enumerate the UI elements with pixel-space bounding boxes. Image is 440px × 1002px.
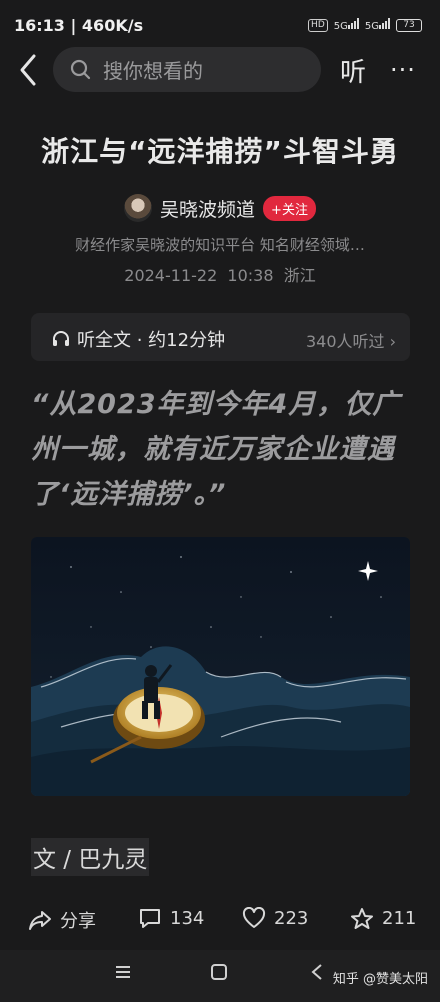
article-title: 浙江与“远洋捕捞”斗智斗勇 <box>41 135 399 168</box>
status-bar: 16:13 | 460K/s HD 5G 5G 73 <box>0 0 440 48</box>
like-button[interactable]: 223 <box>242 907 308 929</box>
action-bar: 分享 134 223 211 <box>0 895 440 950</box>
like-count: 223 <box>274 907 309 929</box>
listener-count: 340人听过 › <box>305 332 396 351</box>
author-row: 吴晓波频道 +关注 <box>0 194 440 222</box>
search-placeholder: 搜你想看的 <box>103 59 203 83</box>
chevron-left-icon <box>20 54 36 86</box>
search-input[interactable]: 搜你想看的 <box>53 47 321 92</box>
headphones-icon <box>53 331 69 346</box>
heart-icon <box>242 907 266 928</box>
pull-quote: “从2023年到今年4月，仅广州一城，就有近万家企业遭遇了‘远洋捕捞’。” <box>31 389 401 510</box>
star-icon <box>351 908 373 929</box>
listen-full-bar[interactable]: 听全文 · 约12分钟 340人听过 › <box>31 313 410 361</box>
publish-date: 2024-11-22 <box>124 266 218 285</box>
chevron-right-icon: › <box>389 332 396 351</box>
battery-icon: 73 <box>396 18 422 32</box>
listen-full-label-wrap: 听全文 · 约12分钟 <box>51 326 225 352</box>
listen-button[interactable]: 听 <box>340 52 366 89</box>
signal-icon-2: 5G <box>365 18 390 32</box>
comment-button[interactable]: 134 <box>138 907 204 929</box>
menu-nav-icon[interactable] <box>114 962 132 986</box>
location: 浙江 <box>283 266 316 285</box>
share-button[interactable]: 分享 <box>28 907 96 933</box>
article-meta: 2024-11-22 10:38 浙江 <box>0 262 440 286</box>
follow-button[interactable]: +关注 <box>263 195 316 221</box>
watermark: 知乎 @赞美太阳 <box>332 972 428 987</box>
status-time: 16:13 | 460K/s <box>14 16 144 35</box>
hd-icon: HD <box>308 18 328 32</box>
author-description: 财经作家吴晓波的知识平台 知名财经领域… <box>75 236 365 254</box>
home-nav-icon[interactable] <box>210 962 228 986</box>
ocean-compass-illustration <box>31 537 410 796</box>
favorite-count: 211 <box>382 907 417 929</box>
back-button[interactable] <box>12 50 46 90</box>
publish-time: 10:38 <box>227 266 274 285</box>
author-name[interactable]: 吴晓波频道 <box>160 195 255 222</box>
listen-full-label: 听全文 · 约12分钟 <box>77 330 226 351</box>
comment-icon <box>140 909 160 928</box>
more-button[interactable]: ··· <box>390 56 416 84</box>
status-icons: HD 5G 5G 73 <box>308 18 422 32</box>
comment-count: 134 <box>170 907 205 929</box>
byline: 文 / 巴九灵 <box>31 838 150 876</box>
share-label: 分享 <box>60 911 96 932</box>
share-icon <box>29 911 51 930</box>
back-nav-icon[interactable] <box>310 962 324 986</box>
avatar[interactable] <box>124 194 153 222</box>
favorite-button[interactable]: 211 <box>350 907 416 929</box>
signal-icon-1: 5G <box>334 18 359 32</box>
article-illustration[interactable] <box>31 537 410 796</box>
search-icon <box>70 59 91 79</box>
